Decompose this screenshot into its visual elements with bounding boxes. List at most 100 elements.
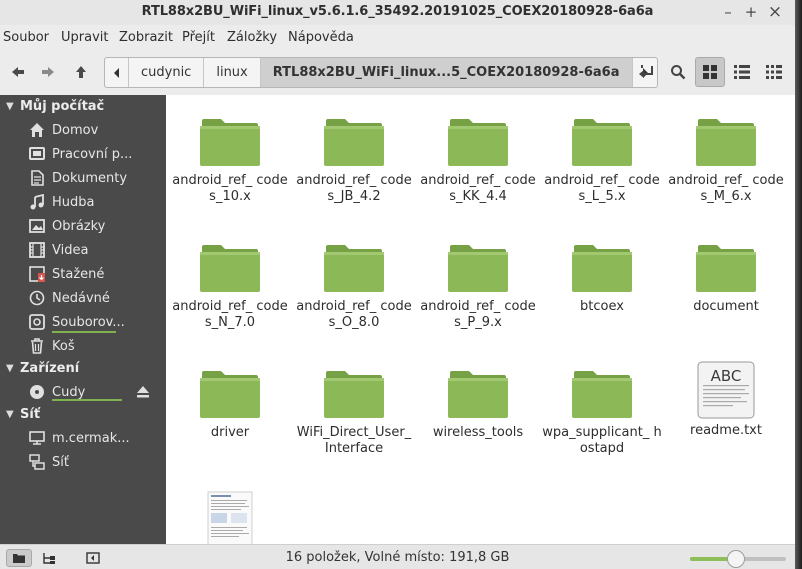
sidebar-item-network[interactable]: Síť: [28, 451, 162, 473]
folder-item[interactable]: btcoex: [542, 241, 662, 315]
sidebar-item-videos[interactable]: Videa: [28, 239, 162, 261]
back-arrow-icon: [12, 67, 24, 77]
folder-item[interactable]: document: [666, 241, 786, 315]
sidebar-item-network-share[interactable]: m.cermak...: [28, 427, 162, 449]
folder-item[interactable]: android_ref_ codes_10.x: [170, 115, 290, 205]
sidebar-item-pictures[interactable]: Obrázky: [28, 215, 162, 237]
breadcrumb-scroll-left[interactable]: [105, 58, 129, 87]
file-view[interactable]: android_ref_ codes_10.x android_ref_ code…: [166, 95, 795, 544]
file-name: android_ref_ codes_N_7.0: [172, 299, 288, 330]
videos-icon: [28, 242, 45, 258]
file-name: android_ref_ codes_M_6.x: [668, 173, 784, 204]
sidebar-item-filesystem[interactable]: Souborov...: [28, 311, 162, 333]
downloads-icon: [28, 266, 45, 282]
file-name: btcoex: [580, 299, 624, 314]
file-name: android_ref_ codes_L_5.x: [544, 173, 660, 204]
network-icon: [28, 454, 45, 470]
sidebar-item-desktop[interactable]: Pracovní p...: [28, 143, 162, 165]
forward-button[interactable]: [33, 57, 63, 87]
sidebar-item-trash[interactable]: Koš: [28, 335, 162, 357]
search-icon: [671, 65, 686, 80]
sidebar-section-devices[interactable]: ▼ Zařízení: [6, 361, 79, 376]
list-view-icon: [734, 65, 750, 79]
list-view-button[interactable]: [727, 57, 757, 87]
chevron-left-icon: [113, 67, 119, 78]
menu-bookmarks[interactable]: Záložky: [227, 30, 277, 45]
title-bar[interactable]: RTL88x2BU_WiFi_linux_v5.6.1.6_35492.2019…: [0, 0, 795, 25]
folder-item[interactable]: android_ref_ codes_KK_4.4: [418, 115, 538, 205]
forward-arrow-icon: [42, 67, 54, 77]
menu-help[interactable]: Nápověda: [288, 30, 354, 45]
back-button[interactable]: [3, 57, 33, 87]
folder-icon: [200, 371, 260, 418]
compact-view-button[interactable]: [759, 57, 789, 87]
folder-item[interactable]: android_ref_ codes_N_7.0: [170, 241, 290, 331]
text-file-item[interactable]: ABC readme.txt: [666, 361, 786, 439]
zoom-slider[interactable]: [690, 550, 786, 568]
filesystem-usage-bar: [52, 331, 116, 333]
maximize-button[interactable]: +: [741, 2, 761, 22]
minimize-button[interactable]: –: [718, 2, 738, 22]
sidebar-item-downloads[interactable]: Stažené: [28, 263, 162, 285]
zoom-slider-handle[interactable]: [727, 550, 746, 568]
triangle-down-icon: ▼: [6, 409, 14, 420]
folder-item[interactable]: driver: [170, 367, 290, 441]
sidebar-section-network[interactable]: ▼ Síť: [6, 407, 40, 422]
status-text: 16 položek, Volné místo: 191,8 GB: [285, 550, 510, 565]
icon-view-button[interactable]: [695, 57, 725, 87]
folder-item[interactable]: android_ref_ codes_L_5.x: [542, 115, 662, 205]
folder-icon: [200, 245, 260, 292]
sidebar-item-recent[interactable]: Nedávné: [28, 287, 162, 309]
menu-view[interactable]: Zobrazit: [119, 30, 173, 45]
triangle-down-icon: ▼: [6, 363, 14, 374]
up-arrow-icon: [76, 66, 86, 78]
breadcrumb: cudynic linux RTL88x2BU_WiFi_linux...5_C…: [104, 57, 658, 88]
breadcrumb-item-cudynic[interactable]: cudynic: [129, 58, 205, 87]
search-button[interactable]: [663, 57, 693, 87]
folder-icon: [696, 119, 756, 166]
sidebar-item-music[interactable]: Hudba: [28, 191, 162, 213]
status-bar: 16 položek, Volné místo: 191,8 GB: [0, 544, 795, 569]
up-button[interactable]: [66, 57, 96, 87]
file-name: android_ref_ codes_KK_4.4: [420, 173, 536, 204]
file-name: wireless_tools: [432, 425, 524, 440]
recent-icon: [29, 290, 44, 306]
eject-icon[interactable]: [135, 384, 151, 400]
file-name: android_ref_ codes_JB_4.2: [296, 173, 412, 204]
folder-item[interactable]: android_ref_ codes_M_6.x: [666, 115, 786, 205]
menu-file[interactable]: Soubor: [3, 30, 49, 45]
file-name: android_ref_ codes_10.x: [172, 173, 288, 204]
close-button[interactable]: ×: [765, 2, 785, 22]
toggle-location-button[interactable]: [632, 57, 662, 87]
sidebar-section-title: Zařízení: [20, 361, 80, 376]
sidebar-item-documents[interactable]: Dokumenty: [28, 167, 162, 189]
menu-go[interactable]: Přejít: [182, 30, 215, 45]
sidebar-section-title: Síť: [20, 407, 41, 422]
folder-item[interactable]: android_ref_ codes_JB_4.2: [294, 115, 414, 205]
folder-item[interactable]: wireless_tools: [418, 367, 538, 441]
sidebar-section-computer[interactable]: ▼ Můj počítač: [6, 99, 104, 114]
file-name: driver: [210, 425, 250, 440]
device-usage-bar: [52, 399, 122, 401]
folder-icon: [572, 245, 632, 292]
trash-icon: [30, 338, 43, 354]
folder-item[interactable]: android_ref_ codes_P_9.x: [418, 241, 538, 331]
home-icon: [29, 123, 44, 137]
file-name: android_ref_ codes_O_8.0: [296, 299, 412, 330]
folder-item[interactable]: wpa_supplicant_ hostapd: [542, 367, 662, 457]
breadcrumb-item-current[interactable]: RTL88x2BU_WiFi_linux...5_COEX20180928-6a…: [260, 58, 633, 87]
folder-icon: [324, 119, 384, 166]
folder-item[interactable]: android_ref_ codes_O_8.0: [294, 241, 414, 331]
breadcrumb-item-linux[interactable]: linux: [204, 58, 261, 87]
menu-edit[interactable]: Upravit: [61, 30, 108, 45]
music-icon: [30, 194, 44, 210]
pictures-icon: [28, 219, 45, 233]
document-thumbnail-item[interactable]: [170, 491, 290, 544]
file-name: android_ref_ codes_P_9.x: [420, 299, 536, 330]
sidebar-item-home[interactable]: Domov: [28, 119, 162, 141]
folder-icon: [324, 245, 384, 292]
file-name: document: [693, 299, 759, 314]
menu-bar: Soubor Upravit Zobrazit Přejít Záložky N…: [0, 27, 795, 49]
folder-item[interactable]: WiFi_Direct_User_ Interface: [294, 367, 414, 457]
folder-icon: [572, 119, 632, 166]
